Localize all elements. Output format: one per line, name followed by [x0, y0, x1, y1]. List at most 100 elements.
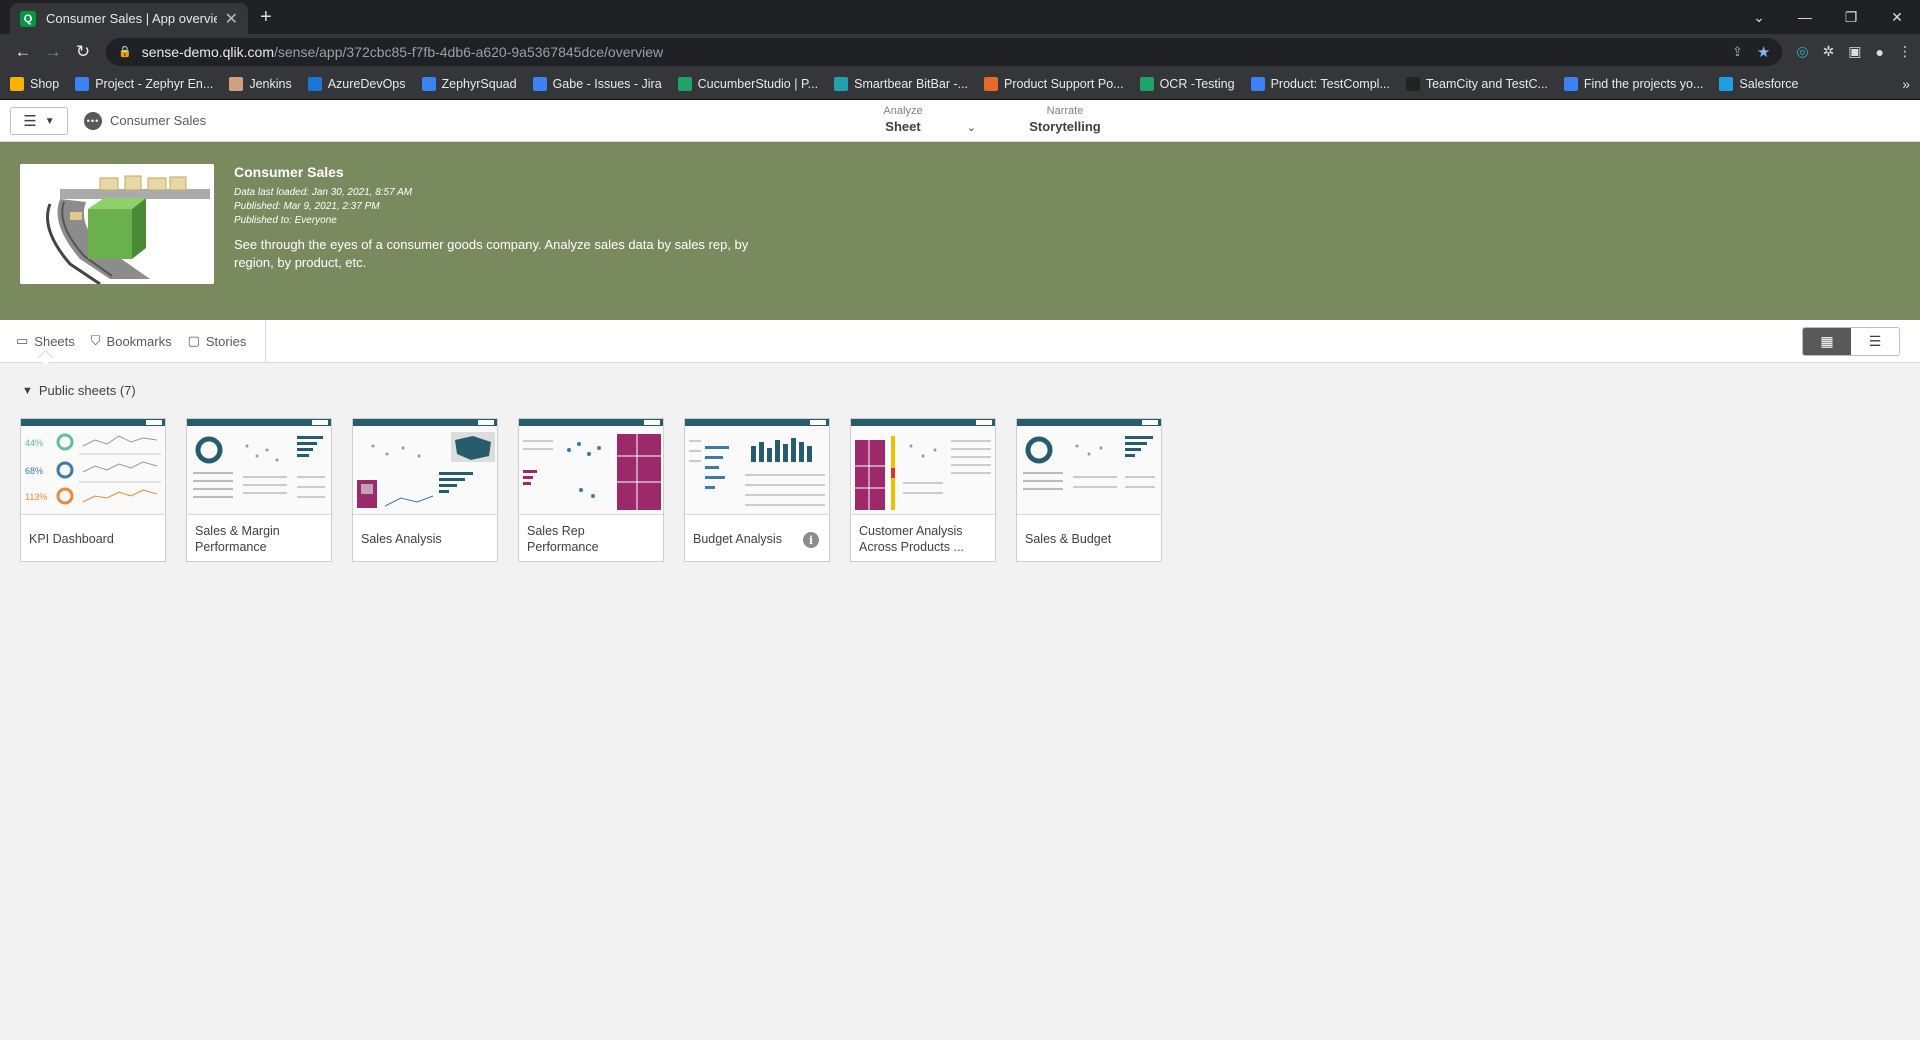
bookmark-item[interactable]: Shop [10, 77, 59, 91]
bookmark-label: Product: TestCompl... [1270, 77, 1390, 91]
list-view-icon[interactable]: ☰ [1851, 328, 1899, 355]
bookmark-item[interactable]: Project - Zephyr En... [75, 77, 213, 91]
data-loaded-text: Data last loaded: Jan 30, 2021, 8:57 AM [234, 187, 413, 198]
sheet-title: Sales & Budget [1025, 531, 1112, 546]
more-menu-icon[interactable]: ⋮ [1898, 43, 1912, 60]
conveyor-belt-image [20, 164, 214, 284]
bookmark-label: Product Support Po... [1004, 77, 1124, 91]
bookmark-item[interactable]: Smartbear BitBar -... [834, 77, 968, 91]
bookmark-item[interactable]: TeamCity and TestC... [1405, 77, 1548, 91]
sheet-card[interactable]: Sales Analysis [352, 418, 498, 562]
sheet-card[interactable]: Sales Rep Performance [518, 418, 664, 562]
bookmark-item[interactable]: Salesforce [1719, 77, 1798, 91]
sheet-title: KPI Dashboard [29, 531, 114, 546]
info-icon[interactable]: i [803, 532, 819, 548]
bookmark-label: OCR -Testing [1159, 77, 1235, 91]
sheet-card[interactable]: Budget Analysis i [684, 418, 830, 562]
bookmark-favicon-icon [677, 77, 692, 91]
qlik-favicon-icon: Q [20, 10, 36, 27]
asset-subnav: ▭ Sheets ⛉ Bookmarks ▢ Stories ▦ ☰ [0, 320, 1920, 363]
tab-sheets-label: Sheets [34, 333, 75, 349]
sidepanel-icon[interactable]: ▣ [1848, 43, 1861, 60]
bookmark-item[interactable]: AzureDevOps [307, 77, 406, 91]
sheet-thumbnail-graphic [689, 438, 825, 506]
share-icon[interactable]: ⇪ [1732, 44, 1743, 60]
public-sheets-header[interactable]: ▼ Public sheets (7) [0, 363, 1920, 398]
sheet-card[interactable]: 44% 68% 113% KPI Dashboard [20, 418, 166, 562]
sheet-thumbnail-graphic: 44% 68% 113% [25, 433, 161, 505]
sheet-card[interactable]: Sales & Margin Performance [186, 418, 332, 562]
lock-icon[interactable]: 🔒 [118, 45, 132, 58]
tab-sheets[interactable]: ▭ Sheets [16, 333, 75, 349]
view-toggle: ▦ ☰ [1802, 327, 1900, 356]
sheet-thumbnail-graphic [357, 432, 495, 508]
sheet-thumbnail [1017, 419, 1161, 515]
bookmark-star-icon[interactable]: ★ [1757, 43, 1770, 61]
tab-close-icon[interactable]: ✕ [225, 9, 238, 29]
bookmark-item[interactable]: ZephyrSquad [421, 77, 517, 91]
narrate-label: Narrate [1046, 105, 1084, 117]
grid-view-icon[interactable]: ▦ [1803, 328, 1851, 355]
published-text: Published: Mar 9, 2021, 2:37 PM [234, 201, 380, 212]
kpi-thumb-value-3: 113% [25, 492, 47, 502]
bookmark-favicon-icon [229, 77, 244, 91]
reload-icon[interactable]: ↻ [68, 42, 98, 62]
tab-stories[interactable]: ▢ Stories [188, 333, 247, 349]
app-thumbnail [20, 164, 214, 284]
app-options-icon[interactable]: ••• [84, 112, 102, 130]
browser-tab[interactable]: Q Consumer Sales | App overview - ✕ [10, 3, 248, 34]
url-host: sense-demo.qlik.com [141, 43, 274, 60]
global-menu-button[interactable]: ☰ ▼ [10, 107, 68, 135]
minimize-icon[interactable]: — [1782, 0, 1828, 34]
back-icon[interactable]: ← [8, 42, 38, 62]
close-window-icon[interactable]: ✕ [1874, 0, 1920, 34]
sheet-thumbnail-graphic [855, 436, 991, 510]
sheet-thumbnail-graphic [523, 434, 661, 510]
extension-icon[interactable]: ◎ [1796, 43, 1808, 60]
sheet-card[interactable]: Sales & Budget [1016, 418, 1162, 562]
bookmark-item[interactable]: Gabe - Issues - Jira [532, 77, 662, 91]
bookmark-favicon-icon [307, 77, 322, 91]
chevron-down-icon[interactable]: ⌄ [967, 121, 976, 134]
sheet-thumbnail [353, 419, 497, 515]
browser-chrome: Q Consumer Sales | App overview - ✕ + ⌄ … [0, 0, 1920, 100]
bookmark-item[interactable]: Jenkins [229, 77, 292, 91]
bookmark-label: Find the projects yo... [1583, 77, 1704, 91]
tab-stories-label: Stories [205, 333, 247, 349]
new-tab-icon[interactable]: + [260, 6, 272, 29]
app-title: Consumer Sales [234, 164, 344, 180]
url-bar[interactable]: 🔒 sense-demo.qlik.com/sense/app/372cbc85… [106, 37, 1783, 66]
forward-icon[interactable]: → [38, 42, 68, 62]
bookmark-item[interactable]: Find the projects yo... [1563, 77, 1704, 91]
sheet-icon: ▭ [16, 333, 29, 348]
collapse-triangle-icon[interactable]: ▼ [22, 385, 33, 397]
analyze-mode-selector[interactable]: Analyze Sheet ⌄ [830, 105, 976, 134]
sheet-thumbnail [187, 419, 331, 515]
tab-bookmarks[interactable]: ⛉ Bookmarks [91, 333, 172, 349]
bookmark-favicon-icon [1719, 77, 1734, 91]
bookmarks-overflow-icon[interactable]: » [1902, 76, 1910, 92]
bookmark-item[interactable]: OCR -Testing [1139, 77, 1235, 91]
bookmark-label: CucumberStudio | P... [697, 77, 819, 91]
profile-icon[interactable]: ● [1876, 44, 1884, 60]
restore-icon[interactable]: ❐ [1828, 0, 1874, 34]
app-description: See through the eyes of a consumer goods… [234, 237, 749, 270]
analyze-label: Analyze [883, 105, 923, 117]
narrate-mode-selector[interactable]: Narrate Storytelling [1010, 105, 1120, 134]
bookmark-item[interactable]: Product Support Po... [984, 77, 1124, 91]
tab-strip: Q Consumer Sales | App overview - ✕ + ⌄ … [0, 0, 1920, 34]
sheet-title: Customer Analysis Across Products ... [859, 523, 964, 554]
sheet-thumbnail: 44% 68% 113% [21, 419, 165, 515]
bookmark-favicon-icon [1563, 77, 1578, 91]
tab-search-icon[interactable]: ⌄ [1736, 0, 1782, 34]
address-bar-row: ← → ↻ 🔒 sense-demo.qlik.com/sense/app/37… [0, 34, 1920, 69]
bookmark-item[interactable]: CucumberStudio | P... [677, 77, 819, 91]
sheet-card[interactable]: Customer Analysis Across Products ... [850, 418, 996, 562]
bookmark-favicon-icon [421, 77, 436, 91]
puzzle-icon[interactable]: ✲ [1823, 43, 1835, 60]
sheet-thumbnail-graphic [193, 436, 325, 498]
story-icon: ▢ [187, 333, 200, 348]
bookmark-item[interactable]: Product: TestCompl... [1250, 77, 1390, 91]
bookmark-label: ZephyrSquad [441, 77, 517, 91]
bookmark-favicon-icon [984, 77, 999, 91]
